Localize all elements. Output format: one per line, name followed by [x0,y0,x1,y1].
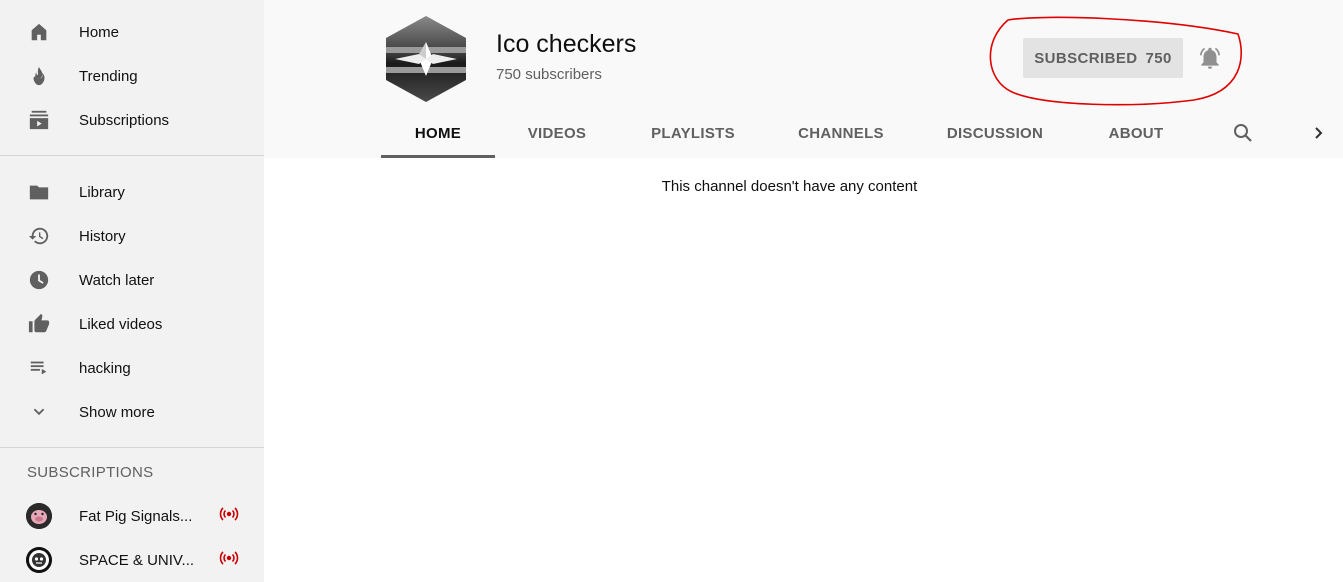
sidebar-item-label: Subscriptions [79,111,170,129]
history-icon [26,224,52,248]
sidebar-item-label: Trending [79,67,138,85]
subscriptions-icon [26,108,52,132]
chevron-right-icon[interactable] [1306,121,1330,145]
playlist-icon [26,356,52,380]
tab-channels[interactable]: CHANNELS [785,108,897,158]
sidebar-item-label: Library [79,183,125,201]
live-broadcast-icon [219,550,239,571]
subscription-item-space-and-universe[interactable]: SPACE & UNIV... [0,538,264,582]
live-broadcast-icon [219,506,239,527]
avatar [26,503,52,529]
sidebar-item-hacking[interactable]: hacking [0,346,264,390]
folder-icon [26,180,52,204]
channel-header: Ico checkers 750 subscribers SUBSCRIBED … [264,0,1343,158]
sidebar-subscriptions-section: SUBSCRIPTIONS Fat Pig Signals... SPACE &… [0,448,264,582]
tab-about[interactable]: ABOUT [1093,108,1179,158]
thumbs-up-icon [26,312,52,336]
sidebar-item-liked-videos[interactable]: Liked videos [0,302,264,346]
tab-home[interactable]: HOME [381,108,495,158]
subscription-item-fat-pig-signals[interactable]: Fat Pig Signals... [0,494,264,538]
sidebar-item-label: Watch later [79,271,155,289]
sidebar-item-label: Show more [79,403,155,421]
subscriptions-heading: SUBSCRIPTIONS [27,464,154,481]
sidebar-item-label: Home [79,23,120,41]
empty-content-message: This channel doesn't have any content [661,178,918,195]
tab-videos[interactable]: VIDEOS [507,108,607,158]
search-icon[interactable] [1231,121,1255,145]
sidebar-item-label: Liked videos [79,315,163,333]
clock-icon [26,268,52,292]
sidebar-library-section: Library History Watch later Liked videos [0,156,264,448]
subscribed-count: 750 [1145,49,1172,67]
subscription-label: SPACE & UNIV... [79,551,195,569]
channel-name: Ico checkers [496,30,637,58]
tab-playlists[interactable]: PLAYLISTS [635,108,751,158]
sidebar: Home Trending Subscriptions Library Hist… [0,0,264,582]
tab-discussion[interactable]: DISCUSSION [933,108,1057,158]
notification-bell-icon[interactable] [1197,45,1223,71]
subscribed-label: SUBSCRIBED [1034,49,1138,67]
sidebar-item-watch-later[interactable]: Watch later [0,258,264,302]
sidebar-item-trending[interactable]: Trending [0,54,264,98]
sidebar-item-show-more[interactable]: Show more [0,390,264,434]
sidebar-item-subscriptions[interactable]: Subscriptions [0,98,264,142]
subscription-label: Fat Pig Signals... [79,507,193,525]
channel-tabs: HOME VIDEOS PLAYLISTS CHANNELS DISCUSSIO… [381,108,1331,158]
sidebar-item-library[interactable]: Library [0,170,264,214]
sidebar-item-history[interactable]: History [0,214,264,258]
avatar [26,547,52,573]
youtube-channel-page: Home Trending Subscriptions Library Hist… [0,0,1343,582]
sidebar-item-home[interactable]: Home [0,10,264,54]
subscriber-count: 750 subscribers [496,66,602,83]
fire-icon [26,64,52,88]
sidebar-item-label: History [79,227,126,245]
sidebar-primary-section: Home Trending Subscriptions [0,0,264,156]
subscribed-button[interactable]: SUBSCRIBED 750 [1023,38,1183,78]
home-icon [26,20,52,44]
channel-avatar[interactable] [381,14,471,104]
sidebar-item-label: hacking [79,359,131,377]
chevron-down-icon [26,400,52,424]
